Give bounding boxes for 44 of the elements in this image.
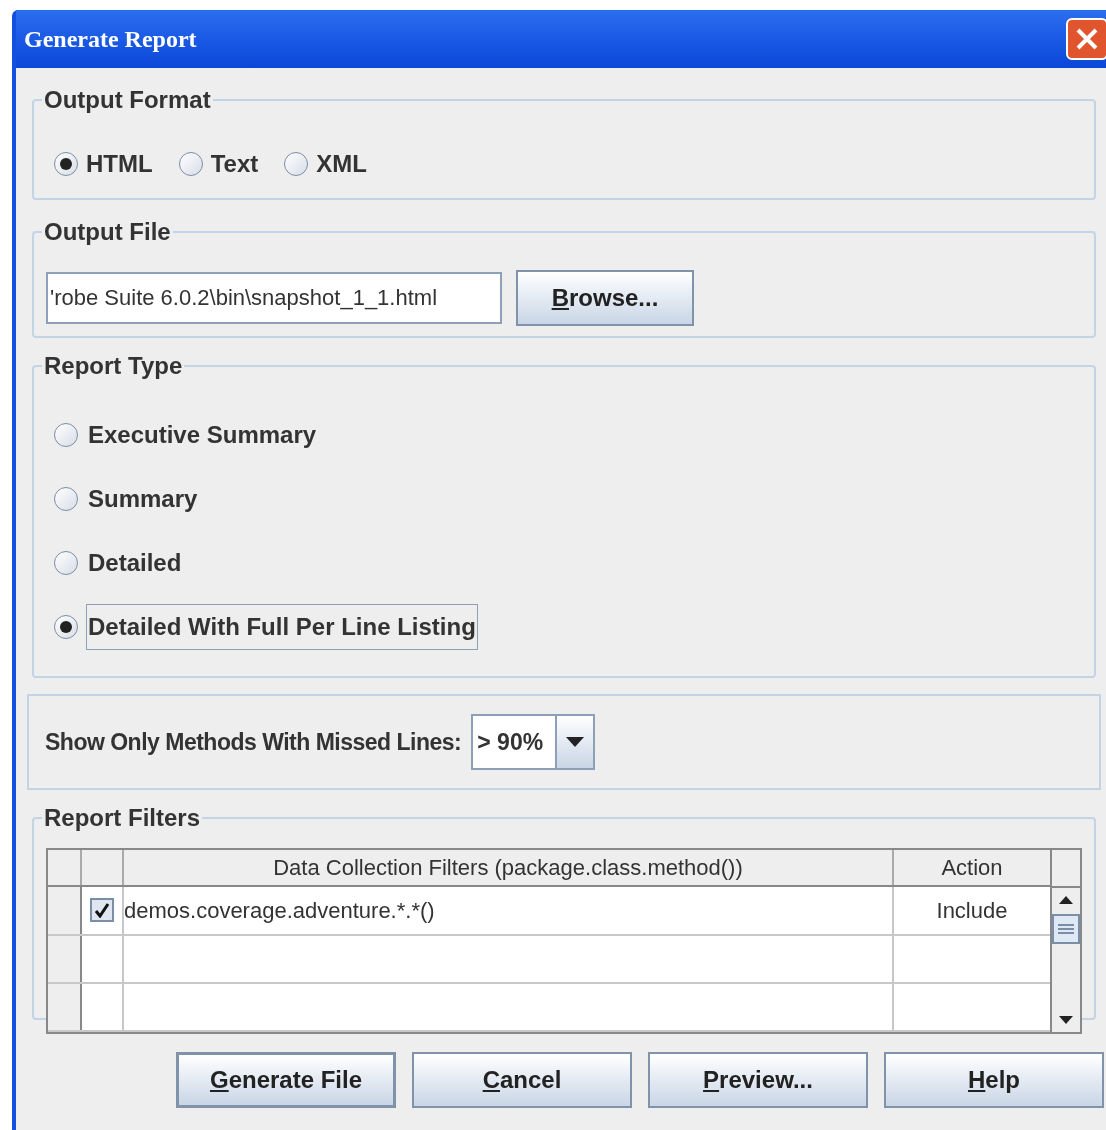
- dialog-button[interactable]: Help: [884, 1052, 1104, 1108]
- radio-button[interactable]: [54, 487, 78, 511]
- option-label: Summary: [87, 484, 199, 514]
- dialog-button[interactable]: Browse...: [516, 270, 694, 326]
- scroll-down-icon: [1059, 1016, 1073, 1024]
- file-path-field[interactable]: 'robe Suite 6.0.2\bin\snapshot_1_1.html: [46, 272, 502, 324]
- radio-button[interactable]: [54, 152, 78, 176]
- vertical-scrollbar[interactable]: [1050, 850, 1080, 1032]
- threshold-dropdown[interactable]: > 90%: [471, 714, 596, 770]
- table-row[interactable]: [48, 935, 1050, 984]
- radio-button[interactable]: [178, 152, 203, 176]
- field-label: Show Only Methods With Missed Lines:: [45, 727, 462, 757]
- dialog-button[interactable]: Preview...: [648, 1052, 868, 1108]
- radio-button[interactable]: [284, 152, 309, 176]
- radio-button[interactable]: [54, 551, 78, 575]
- option-label: XML: [316, 149, 367, 179]
- dialog-button[interactable]: Cancel: [412, 1052, 632, 1108]
- radio-button[interactable]: [54, 615, 78, 639]
- table-row[interactable]: demos.coverage.adventure.*.*() Include: [48, 887, 1050, 936]
- table-row[interactable]: [48, 983, 1050, 1032]
- column-header[interactable]: Action: [894, 850, 1050, 886]
- checkbox[interactable]: [90, 898, 114, 923]
- group-title: Output Format: [43, 85, 212, 115]
- option-label: HTML: [86, 149, 153, 179]
- option-label: Executive Summary: [87, 420, 318, 450]
- check-icon: [94, 902, 110, 919]
- option-label: Detailed With Full Per Line Listing: [86, 604, 478, 650]
- scroll-up-icon: [1059, 896, 1073, 904]
- radio-button[interactable]: [54, 423, 78, 447]
- column-header[interactable]: Data Collection Filters (package.class.method()): [124, 850, 894, 886]
- group-title: Report Type: [43, 351, 184, 381]
- option-label: Text: [210, 149, 259, 179]
- dropdown-arrow-icon: [566, 737, 585, 747]
- close-button[interactable]: [1066, 18, 1106, 60]
- group-title: Report Filters: [43, 803, 202, 833]
- window-title: Generate Report: [24, 25, 197, 54]
- option-label: Detailed: [87, 548, 183, 578]
- dialog-button[interactable]: Generate File: [176, 1052, 396, 1108]
- dropdown-value: > 90%: [476, 727, 545, 757]
- table-cell-text: demos.coverage.adventure.*.*(): [124, 897, 435, 925]
- scroll-thumb[interactable]: [1052, 914, 1080, 944]
- close-icon: [1075, 27, 1099, 51]
- group-title: Output File: [43, 217, 172, 247]
- table-cell-text: Include: [936, 897, 1008, 925]
